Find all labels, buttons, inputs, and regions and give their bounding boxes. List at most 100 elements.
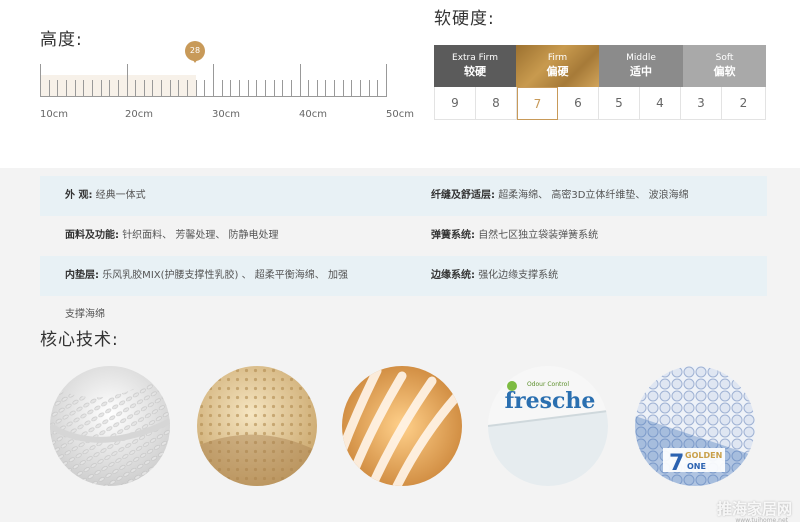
ruler-tick (230, 80, 232, 96)
spec-value: 乐风乳胶MIX(护腰支撑性乳胶) 、 超柔平衡海绵、 加强 (102, 270, 348, 281)
ruler-tick (316, 80, 318, 96)
spec-value: 强化边缘支撑系统 (478, 270, 559, 281)
fresche-logo-text: fresche (505, 388, 596, 414)
ruler-label-40: 40cm (299, 109, 327, 120)
spec-value: 超柔海绵、 高密3D立体纤维垫、 波浪海绵 (498, 190, 689, 201)
zone-golden-text: GOLDEN (685, 451, 722, 460)
ruler-tick (264, 80, 266, 96)
ruler-tick (238, 80, 240, 96)
ruler-tick (342, 80, 344, 96)
ruler-tick (273, 80, 275, 96)
firmness-scale-9: 9 (435, 87, 476, 120)
ruler-tick (109, 80, 111, 96)
ruler-tick (386, 64, 387, 96)
ruler-label-50: 50cm (386, 109, 414, 120)
ruler-tick (221, 80, 223, 96)
ruler-tick (91, 80, 93, 96)
ruler-tick (178, 80, 180, 96)
firmness-scale-5: 5 (599, 87, 640, 120)
spec-label: 外 观: (65, 190, 93, 201)
ruler-baseline (40, 96, 387, 97)
spec-comfort-layer: 纤缝及舒适层: 超柔海绵、 高密3D立体纤维垫、 波浪海绵 (431, 189, 689, 203)
firmness-scale-8: 8 (476, 87, 517, 120)
ruler-label-10: 10cm (40, 109, 68, 120)
core-tech-title: 核心技术: (40, 330, 119, 350)
ruler-tick (169, 80, 171, 96)
spec-spring-system: 弹簧系统: 自然七区独立袋装弹簧系统 (431, 229, 598, 243)
spec-value: 经典一体式 (95, 190, 146, 201)
firmness-scale-6: 6 (558, 87, 599, 120)
spec-inner-layer-cont: 支撑海绵 (65, 309, 105, 320)
ruler-tick (117, 80, 119, 96)
ruler-tick (135, 80, 137, 96)
latex-image (197, 366, 317, 486)
firmness-level-en: Soft (715, 53, 734, 63)
ruler-tick (143, 80, 145, 96)
firmness-scale-4: 4 (640, 87, 681, 120)
ruler-label-30: 30cm (212, 109, 240, 120)
spec-inner-layer: 内垫层: 乐风乳胶MIX(护腰支撑性乳胶) 、 超柔平衡海绵、 加强 (65, 269, 348, 283)
firmness-level-en: Middle (626, 53, 656, 63)
ruler-tick (195, 80, 197, 96)
fiber-image (342, 366, 462, 486)
firmness-scale-2: 2 (722, 87, 766, 120)
firmness-level-zh: 偏软 (713, 65, 736, 78)
ruler-label-20: 20cm (125, 109, 153, 120)
ruler-tick (83, 80, 85, 96)
firmness-scale-7-selected: 7 (517, 87, 558, 120)
firmness-scale-3: 3 (681, 87, 722, 120)
firmness-level-zh: 适中 (630, 65, 652, 78)
ruler-tick (100, 80, 102, 96)
firmness-level-extra-firm: Extra Firm 较硬 (434, 45, 516, 87)
firmness-level-soft: Soft 偏软 (683, 45, 766, 87)
spec-label: 内垫层: (65, 270, 99, 281)
ruler-tick (351, 80, 353, 96)
firmness-level-en: Extra Firm (452, 53, 498, 63)
height-marker-pointer (190, 56, 200, 63)
ruler-tick (308, 80, 310, 96)
ruler-tick (256, 80, 258, 96)
spec-edge-system: 边缘系统: 强化边缘支撑系统 (431, 269, 558, 283)
spec-label: 弹簧系统: (431, 230, 475, 241)
fresche-subtext: Odour Control (527, 381, 569, 388)
firmness-level-firm: Firm 偏硬 (516, 45, 599, 87)
spec-value: 自然七区独立袋装弹簧系统 (478, 230, 599, 241)
spec-value: 针织面料、 芳馨处理、 防静电处理 (122, 230, 279, 241)
ruler-tick (368, 80, 370, 96)
spec-label: 面料及功能: (65, 230, 119, 241)
spec-label: 边缘系统: (431, 270, 475, 281)
ruler-tick (65, 80, 67, 96)
ruler-tick (334, 80, 336, 96)
height-title: 高度: (40, 30, 83, 50)
spec-appearance: 外 观: 经典一体式 (65, 189, 146, 203)
knit-fabric-image (50, 366, 170, 486)
ruler-tick (290, 80, 292, 96)
zone-spring-image: 7 GOLDEN ONE (635, 366, 755, 486)
ruler-tick (247, 80, 249, 96)
ruler-tick (152, 80, 154, 96)
ruler-tick (40, 64, 41, 96)
ruler-tick (126, 64, 128, 96)
firmness-level-zh: 偏硬 (546, 65, 569, 78)
firmness-level-middle: Middle 适中 (599, 45, 683, 87)
ruler-tick (48, 80, 50, 96)
ruler-tick (282, 80, 284, 96)
ruler-tick (299, 64, 301, 96)
ruler-tick (204, 80, 206, 96)
ruler-tick (161, 80, 163, 96)
spec-label: 纤缝及舒适层: (431, 190, 495, 201)
zone-number: 7 (669, 451, 684, 476)
ruler-tick (325, 80, 327, 96)
ruler-tick (74, 80, 76, 96)
watermark-url: www.tuihome.net (735, 517, 788, 524)
ruler-tick (377, 80, 379, 96)
firmness-level-zh: 较硬 (464, 65, 486, 78)
firmness-level-en: Firm (547, 53, 568, 63)
spec-fabric: 面料及功能: 针织面料、 芳馨处理、 防静电处理 (65, 229, 279, 243)
ruler-tick (187, 80, 189, 96)
zone-one-text: ONE (687, 462, 706, 471)
ruler-tick (213, 64, 214, 96)
ruler-tick (57, 80, 59, 96)
firmness-title: 软硬度: (434, 9, 495, 29)
ruler-tick (360, 80, 362, 96)
